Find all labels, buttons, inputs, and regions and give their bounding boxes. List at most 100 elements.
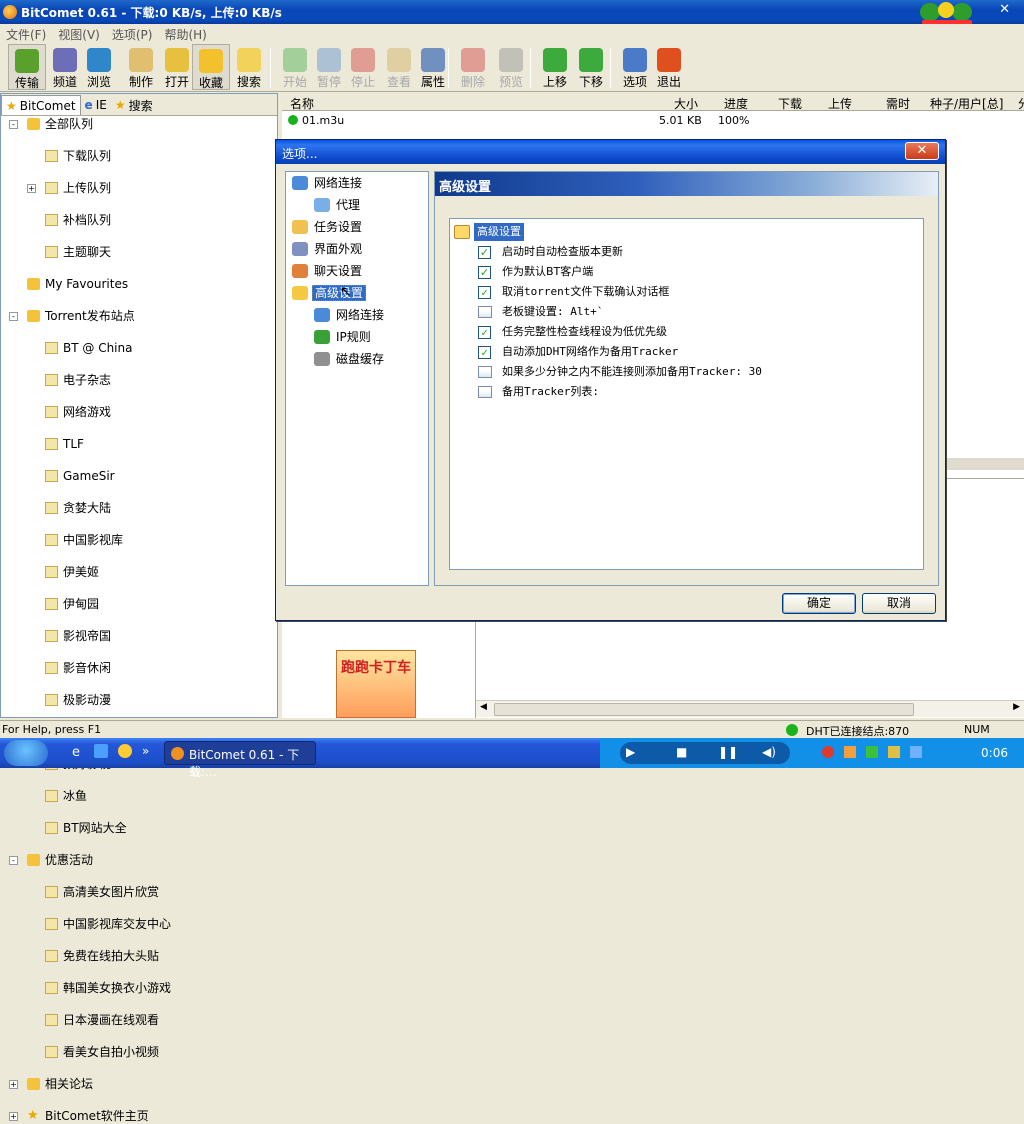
tree-item[interactable]: 伊美姬 xyxy=(1,564,277,580)
tree-item[interactable]: BT网站大全 xyxy=(1,820,277,836)
toolbar-up-arrow-button[interactable]: 上移 xyxy=(538,44,572,90)
nav-item-network[interactable]: 网络连接 xyxy=(314,306,386,324)
pause-icon[interactable]: ❚❚ xyxy=(718,745,738,759)
setting-item-row[interactable]: 备用Tracker列表: xyxy=(478,383,599,401)
checkbox[interactable]: ✓ xyxy=(478,346,491,359)
scroll-right-icon[interactable]: ▶ xyxy=(1013,702,1020,712)
tree-item[interactable]: + ★ BitComet软件主页 xyxy=(1,1108,277,1124)
toolbar-options-button[interactable]: 选项 xyxy=(618,44,652,90)
quicklaunch-more-icon[interactable]: » xyxy=(142,744,149,758)
tab-ie[interactable]: e IE xyxy=(81,95,111,115)
expand-icon[interactable]: + xyxy=(27,184,36,193)
setting-checkbox-row[interactable]: ✓ 任务完整性检查线程设为低优先级 xyxy=(478,323,667,341)
column-download[interactable]: 下载 xyxy=(778,95,802,112)
expand-icon[interactable]: + xyxy=(9,1080,18,1089)
toolbar-star-button[interactable]: 收藏 xyxy=(192,44,230,90)
toolbar-search-button[interactable]: 搜索 xyxy=(232,44,266,90)
tree-item[interactable]: 伊甸园 xyxy=(1,596,277,612)
toolbar-make-button[interactable]: 制作 xyxy=(124,44,158,90)
settings-root[interactable]: 高级设置 xyxy=(450,223,650,241)
tray-app-icon[interactable] xyxy=(822,746,834,758)
column-name[interactable]: 名称 xyxy=(290,95,314,112)
nav-item-disk-cache[interactable]: 磁盘缓存 xyxy=(314,350,386,368)
tree-item[interactable]: + 相关论坛 xyxy=(1,1076,277,1092)
tree-item[interactable]: 主题聊天 xyxy=(1,244,277,260)
nav-item-chat[interactable]: 聊天设置 xyxy=(292,262,364,280)
checkbox[interactable]: ✓ xyxy=(478,326,491,339)
quicklaunch-explorer-icon[interactable] xyxy=(94,744,108,758)
nav-item-proxy[interactable]: 代理 xyxy=(314,196,362,214)
tree-item[interactable]: - 全部队列 xyxy=(1,116,277,132)
column-progress[interactable]: 进度 xyxy=(724,95,748,112)
column-size[interactable]: 大小 xyxy=(674,95,698,112)
tree-item[interactable]: TLF xyxy=(1,436,277,452)
dialog-close-button[interactable]: ✕ xyxy=(905,142,939,160)
collapse-icon[interactable]: - xyxy=(9,312,18,321)
setting-checkbox-row[interactable]: ✓ 作为默认BT客户端 xyxy=(478,263,593,281)
tree-item[interactable]: 电子杂志 xyxy=(1,372,277,388)
tab-bitcomet[interactable]: ★ BitComet xyxy=(1,95,81,115)
start-button[interactable] xyxy=(4,740,48,766)
toolbar-channel-button[interactable]: 频道 xyxy=(48,44,82,90)
toolbar-exit-button[interactable]: 退出 xyxy=(652,44,686,90)
toolbar-pause-button[interactable]: 暂停 xyxy=(312,44,346,90)
media-player-controls[interactable]: ▶ ■ ❚❚ ◀) xyxy=(620,742,790,764)
tree-item[interactable]: 极影动漫 xyxy=(1,692,277,708)
quicklaunch-qq-icon[interactable] xyxy=(118,744,132,758)
collapse-icon[interactable]: - xyxy=(9,120,18,129)
tree-item[interactable]: 网络游戏 xyxy=(1,404,277,420)
tree-item[interactable]: GameSir xyxy=(1,468,277,484)
expand-icon[interactable]: + xyxy=(9,1112,18,1121)
tree-item[interactable]: 日本漫画在线观看 xyxy=(1,1012,277,1028)
tree-item[interactable]: 下载队列 xyxy=(1,148,277,164)
toolbar-view-button[interactable]: 查看 xyxy=(382,44,416,90)
toolbar-open-button[interactable]: 打开 xyxy=(160,44,194,90)
nav-item-task[interactable]: 任务设置 xyxy=(292,218,364,236)
menu-file[interactable]: 文件(F) xyxy=(0,24,52,43)
tree-item[interactable]: 免费在线拍大头贴 xyxy=(1,948,277,964)
column-time-left[interactable]: 需时 xyxy=(886,95,910,112)
tree-item[interactable]: My Favourites xyxy=(1,276,277,292)
menu-help[interactable]: 帮助(H) xyxy=(158,24,212,43)
nav-item-ip-rules[interactable]: IP规则 xyxy=(314,328,373,346)
play-icon[interactable]: ▶ xyxy=(626,745,635,759)
tree-item[interactable]: 影视帝国 xyxy=(1,628,277,644)
tab-search[interactable]: ★ 搜索 xyxy=(111,95,157,115)
setting-checkbox-row[interactable]: ✓ 启动时自动检查版本更新 xyxy=(478,243,623,261)
tray-update-icon[interactable] xyxy=(888,746,900,758)
collapse-icon[interactable]: - xyxy=(9,856,18,865)
stop-icon[interactable]: ■ xyxy=(676,745,687,759)
toolbar-properties-button[interactable]: 属性 xyxy=(416,44,450,90)
tree-item[interactable]: 冰鱼 xyxy=(1,788,277,804)
tree-item[interactable]: - Torrent发布站点 xyxy=(1,308,277,324)
tree-item[interactable]: 中国影视库交友中心 xyxy=(1,916,277,932)
column-share[interactable]: 分 xyxy=(1018,95,1024,112)
toolbar-transfer-button[interactable]: 传输 xyxy=(8,44,46,90)
tree-item[interactable]: BT @ China xyxy=(1,340,277,356)
toolbar-delete-button[interactable]: 删除 xyxy=(456,44,490,90)
column-upload[interactable]: 上传 xyxy=(828,95,852,112)
checkbox[interactable]: ✓ xyxy=(478,246,491,259)
menu-options[interactable]: 选项(P) xyxy=(106,24,159,43)
toolbar-stop-button[interactable]: 停止 xyxy=(346,44,380,90)
volume-icon[interactable]: ◀) xyxy=(762,745,776,759)
setting-item-row[interactable]: 如果多少分钟之内不能连接则添加备用Tracker: 30 xyxy=(478,363,762,381)
scroll-thumb[interactable] xyxy=(494,703,914,716)
ad-banner[interactable]: 跑跑卡丁车 xyxy=(336,650,416,718)
ok-button[interactable]: 确定 xyxy=(782,593,856,614)
tree-item[interactable]: + 上传队列 xyxy=(1,180,277,196)
tray-network-icon[interactable] xyxy=(844,746,856,758)
nav-item-appearance[interactable]: 界面外观 xyxy=(292,240,364,258)
table-row[interactable]: 01.m3u 5.01 KB 100% xyxy=(282,111,1024,129)
tree-item[interactable]: - 优惠活动 xyxy=(1,852,277,868)
tree-item[interactable]: 中国影视库 xyxy=(1,532,277,548)
quicklaunch-ie-icon[interactable]: e xyxy=(72,745,80,760)
checkbox[interactable]: ✓ xyxy=(478,286,491,299)
menu-view[interactable]: 视图(V) xyxy=(52,24,106,43)
horizontal-scrollbar[interactable]: ◀ ▶ xyxy=(476,700,1024,717)
checkbox[interactable]: ✓ xyxy=(478,266,491,279)
tree-item[interactable]: 韩国美女换衣小游戏 xyxy=(1,980,277,996)
toolbar-globe-button[interactable]: 浏览 xyxy=(82,44,116,90)
scroll-left-icon[interactable]: ◀ xyxy=(480,702,487,712)
tree-item[interactable]: 贪婪大陆 xyxy=(1,500,277,516)
